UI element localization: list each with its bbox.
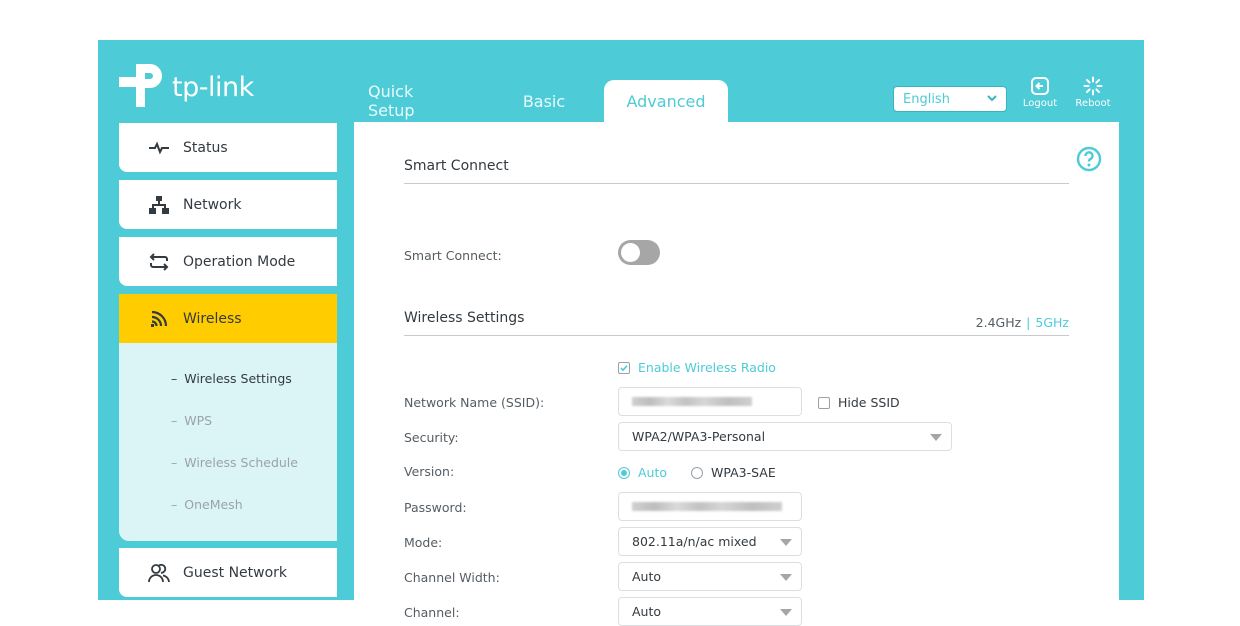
tab-advanced[interactable]: Advanced (604, 80, 728, 122)
language-value: English (903, 92, 950, 107)
redacted-ssid (632, 397, 752, 406)
sidebar-item-label: Network (183, 196, 242, 213)
channel-width-value: Auto (632, 569, 662, 584)
channel-width-label: Channel Width: (404, 570, 500, 585)
help-icon[interactable] (1076, 146, 1102, 172)
checkbox-checked-icon (618, 361, 630, 374)
sidebar-item-label: Guest Network (183, 564, 288, 581)
network-topology-icon (146, 195, 172, 215)
sidebar-item-label: Wireless (183, 310, 242, 327)
brand-name: tp-link (172, 72, 254, 103)
submenu-label: Wireless Schedule (184, 455, 298, 470)
submenu-label: WPS (184, 413, 213, 428)
submenu-label: Wireless Settings (184, 371, 292, 386)
users-icon (146, 563, 172, 583)
version-label: Version: (404, 464, 455, 479)
version-radio-auto[interactable]: Auto (618, 465, 667, 480)
mode-value: 802.11a/n/ac mixed (632, 534, 757, 549)
mode-select[interactable]: 802.11a/n/ac mixed (618, 527, 802, 556)
tab-quick-setup[interactable]: Quick Setup (348, 80, 484, 122)
caret-down-icon (780, 609, 792, 616)
wireless-submenu: – Wireless Settings – WPS – Wireless Schedu… (119, 343, 337, 541)
logout-label: Logout (1022, 98, 1058, 109)
submenu-item-onemesh[interactable]: – OneMesh (119, 497, 337, 539)
band-5ghz-link[interactable]: 5GHz (1035, 315, 1069, 330)
channel-width-select[interactable]: Auto (618, 562, 802, 591)
password-input[interactable] (618, 492, 802, 521)
ssid-input[interactable] (618, 387, 802, 416)
sidebar-item-status[interactable]: Status (119, 123, 337, 172)
ssid-label: Network Name (SSID): (404, 395, 545, 410)
language-select[interactable]: English (893, 86, 1007, 112)
submenu-item-wps[interactable]: – WPS (119, 413, 337, 455)
router-admin-frame: tp-link Quick Setup Basic Advanced Engli… (98, 40, 1144, 626)
sidebar-item-wireless[interactable]: Wireless (119, 294, 337, 343)
enable-wireless-radio-label: Enable Wireless Radio (638, 360, 776, 375)
redacted-password (632, 502, 782, 511)
logout-icon (1031, 77, 1049, 95)
dash: – (171, 497, 178, 512)
submenu-item-wireless-settings[interactable]: – Wireless Settings (119, 371, 337, 413)
version-radio-wpa3-sae[interactable]: WPA3-SAE (691, 465, 776, 480)
dash: – (171, 371, 178, 386)
password-label: Password: (404, 500, 467, 515)
security-select[interactable]: WPA2/WPA3-Personal (618, 422, 952, 451)
hide-ssid-label: Hide SSID (838, 395, 900, 410)
security-label: Security: (404, 430, 459, 445)
dash: – (171, 455, 178, 470)
sidebar-item-network[interactable]: Network (119, 180, 337, 229)
wireless-settings-title: Wireless Settings (404, 310, 525, 326)
band-separator: | (1026, 315, 1031, 330)
pulse-icon (146, 138, 172, 158)
caret-down-icon (780, 539, 792, 546)
radio-label: Auto (638, 465, 668, 480)
reboot-label: Reboot (1075, 98, 1111, 109)
tp-link-logo-icon (119, 64, 162, 107)
submenu-label: OneMesh (184, 497, 243, 512)
sidebar-item-label: Operation Mode (183, 253, 296, 270)
top-tabs: Quick Setup Basic Advanced (348, 80, 728, 122)
sidebar-item-label: Status (183, 139, 228, 156)
swap-arrows-icon (146, 252, 172, 272)
reboot-button[interactable]: Reboot (1071, 76, 1115, 109)
channel-label: Channel: (404, 605, 460, 620)
tp-link-logo: tp-link (118, 60, 258, 112)
sidebar-item-operation-mode[interactable]: Operation Mode (119, 237, 337, 286)
smart-connect-toggle[interactable] (618, 240, 660, 265)
channel-value: Auto (632, 604, 662, 619)
radio-selected-icon (618, 466, 630, 479)
sidebar: Status Network Operation Mode Wireless –… (119, 123, 337, 605)
tab-basic[interactable]: Basic (484, 80, 604, 122)
chevron-down-icon (987, 95, 997, 102)
security-value: WPA2/WPA3-Personal (632, 429, 766, 444)
mode-label: Mode: (404, 535, 443, 550)
radio-unselected-icon (691, 466, 703, 479)
checkbox-unchecked-icon (818, 396, 830, 409)
dash: – (171, 413, 178, 428)
wifi-signal-icon (146, 309, 172, 329)
enable-wireless-radio-checkbox[interactable]: Enable Wireless Radio (618, 360, 776, 375)
sidebar-item-guest-network[interactable]: Guest Network (119, 548, 337, 597)
logout-button[interactable]: Logout (1018, 76, 1062, 109)
reboot-icon (1083, 76, 1103, 96)
smart-connect-label: Smart Connect: (404, 248, 502, 263)
band-switch: 2.4GHz | 5GHz (976, 315, 1069, 330)
hide-ssid-checkbox[interactable]: Hide SSID (818, 395, 900, 410)
submenu-item-wireless-schedule[interactable]: – Wireless Schedule (119, 455, 337, 497)
smart-connect-title: Smart Connect (404, 158, 509, 174)
radio-label: WPA3-SAE (711, 465, 776, 480)
channel-select[interactable]: Auto (618, 597, 802, 626)
divider (404, 335, 1069, 336)
main-panel: Smart Connect Smart Connect: Wireless Se… (354, 122, 1119, 626)
caret-down-icon (930, 434, 942, 441)
band-24ghz-link[interactable]: 2.4GHz (976, 315, 1022, 330)
divider (404, 183, 1069, 184)
toggle-knob (621, 243, 640, 262)
caret-down-icon (780, 574, 792, 581)
